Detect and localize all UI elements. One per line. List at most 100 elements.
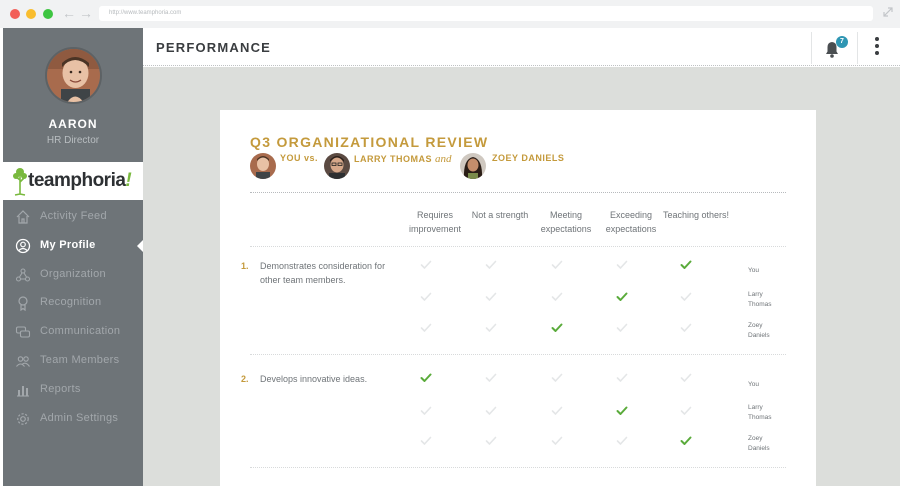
check-option-icon[interactable]: [485, 292, 497, 302]
check-option-icon[interactable]: [485, 406, 497, 416]
sidebar-item-communication[interactable]: Communication: [3, 318, 143, 346]
back-arrow-icon[interactable]: ←: [62, 5, 76, 21]
column-header: Exceeding expectations: [605, 210, 657, 234]
check-option-icon[interactable]: [680, 406, 692, 416]
award-icon: [18, 296, 28, 311]
sidebar-item-admin-settings[interactable]: Admin Settings: [3, 405, 143, 433]
check-option-icon[interactable]: [420, 436, 432, 446]
user-avatar[interactable]: [45, 47, 102, 104]
peer1-name: LARRY THOMAS: [354, 154, 432, 164]
expand-icon[interactable]: [883, 7, 893, 17]
check-option-icon[interactable]: [680, 373, 692, 383]
rater-label: You: [748, 267, 759, 274]
check-option-icon[interactable]: [551, 436, 563, 446]
and-word: and: [435, 153, 452, 165]
sidebar-item-label: Communication: [40, 325, 121, 337]
review-title: Q3 ORGANIZATIONAL REVIEW: [250, 134, 489, 150]
check-option-icon[interactable]: [485, 260, 497, 270]
check-selected-icon[interactable]: [551, 323, 563, 333]
sidebar-item-label: Reports: [40, 383, 81, 395]
user-name: AARON: [48, 117, 98, 131]
column-header: Not a strength: [471, 210, 529, 220]
header-divider: [857, 32, 858, 64]
check-selected-icon[interactable]: [680, 260, 692, 270]
sidebar-item-team-members[interactable]: Team Members: [3, 347, 143, 375]
review-card: Q3 ORGANIZATIONAL REVIEW YOU vs. LARRY T…: [220, 110, 816, 486]
sidebar-item-label: Activity Feed: [40, 210, 107, 222]
peer2-name: ZOEY DANIELS: [492, 153, 565, 163]
rater-label: You: [748, 381, 759, 388]
check-option-icon[interactable]: [680, 292, 692, 302]
check-option-icon[interactable]: [551, 292, 563, 302]
rater-label: Larry Thomas: [748, 404, 772, 421]
column-header: Requires improvement: [408, 210, 462, 234]
rater-label: Zoey Daniels: [748, 322, 770, 339]
comparison-names: LARRY THOMAS and: [354, 153, 452, 165]
more-options-icon[interactable]: [871, 35, 883, 59]
check-selected-icon[interactable]: [420, 373, 432, 383]
check-option-icon[interactable]: [680, 323, 692, 333]
question-text: Demonstrates consideration for other tea…: [260, 261, 386, 285]
check-option-icon[interactable]: [616, 373, 628, 383]
browser-chrome: ← → http://www.teamphoria.com: [0, 0, 900, 28]
check-option-icon[interactable]: [420, 292, 432, 302]
user-role: HR Director: [46, 135, 100, 146]
page-title: PERFORMANCE: [156, 40, 272, 55]
you-vs-label: YOU vs.: [280, 153, 319, 163]
larry-avatar: [324, 153, 350, 179]
rater-label: Zoey Daniels: [748, 435, 770, 452]
check-option-icon[interactable]: [616, 436, 628, 446]
home-icon: [16, 210, 30, 224]
sidebar-item-organization[interactable]: Organization: [3, 261, 143, 289]
notification-badge[interactable]: 7: [836, 36, 848, 48]
check-option-icon[interactable]: [616, 260, 628, 270]
sidebar-item-activity-feed[interactable]: Activity Feed: [3, 203, 143, 231]
check-option-icon[interactable]: [551, 260, 563, 270]
logo-wordmark: teamphoria!: [28, 170, 132, 191]
tree-logo-icon: [13, 168, 27, 196]
sidebar-item-label: Admin Settings: [40, 412, 119, 424]
check-option-icon[interactable]: [616, 323, 628, 333]
check-selected-icon[interactable]: [616, 406, 628, 416]
sidebar-item-reports[interactable]: Reports: [3, 376, 143, 404]
maximize-window-button[interactable]: [43, 9, 53, 19]
sidebar-item-label: Recognition: [40, 296, 102, 308]
teamphoria-logo[interactable]: teamphoria!: [3, 162, 143, 200]
header-divider: [811, 32, 812, 64]
check-option-icon[interactable]: [551, 406, 563, 416]
address-bar[interactable]: http://www.teamphoria.com: [99, 6, 873, 21]
gear-icon: [17, 413, 29, 425]
question-number: 2.: [241, 374, 249, 384]
check-selected-icon[interactable]: [680, 436, 692, 446]
check-option-icon[interactable]: [551, 373, 563, 383]
main-content: Q3 ORGANIZATIONAL REVIEW YOU vs. LARRY T…: [143, 67, 900, 486]
question-number: 1.: [241, 261, 249, 271]
top-header: PERFORMANCE 7: [143, 28, 900, 66]
check-selected-icon[interactable]: [616, 292, 628, 302]
check-option-icon[interactable]: [485, 436, 497, 446]
user-circle-icon: [15, 238, 31, 254]
column-header: Meeting expectations: [540, 210, 592, 234]
check-option-icon[interactable]: [420, 323, 432, 333]
organization-icon: [15, 268, 31, 282]
sidebar-item-recognition[interactable]: Recognition: [3, 289, 143, 317]
check-option-icon[interactable]: [420, 406, 432, 416]
column-header: Teaching others!: [662, 210, 730, 220]
check-option-icon[interactable]: [485, 373, 497, 383]
forward-arrow-icon[interactable]: →: [79, 5, 93, 21]
check-option-icon[interactable]: [420, 260, 432, 270]
bar-chart-icon: [17, 386, 29, 397]
minimize-window-button[interactable]: [26, 9, 36, 19]
rater-label: Larry Thomas: [748, 291, 772, 308]
close-window-button[interactable]: [10, 9, 20, 19]
row-divider: [250, 354, 786, 355]
sidebar-item-my-profile[interactable]: My Profile: [3, 232, 143, 260]
row-divider: [250, 246, 786, 247]
chat-bubbles-icon: [15, 326, 31, 338]
people-icon: [16, 356, 30, 367]
sidebar-item-label: Organization: [40, 268, 106, 280]
question-text: Develops innovative ideas.: [260, 374, 368, 384]
zoey-avatar: [460, 153, 486, 179]
check-option-icon[interactable]: [485, 323, 497, 333]
row-divider: [250, 467, 786, 468]
